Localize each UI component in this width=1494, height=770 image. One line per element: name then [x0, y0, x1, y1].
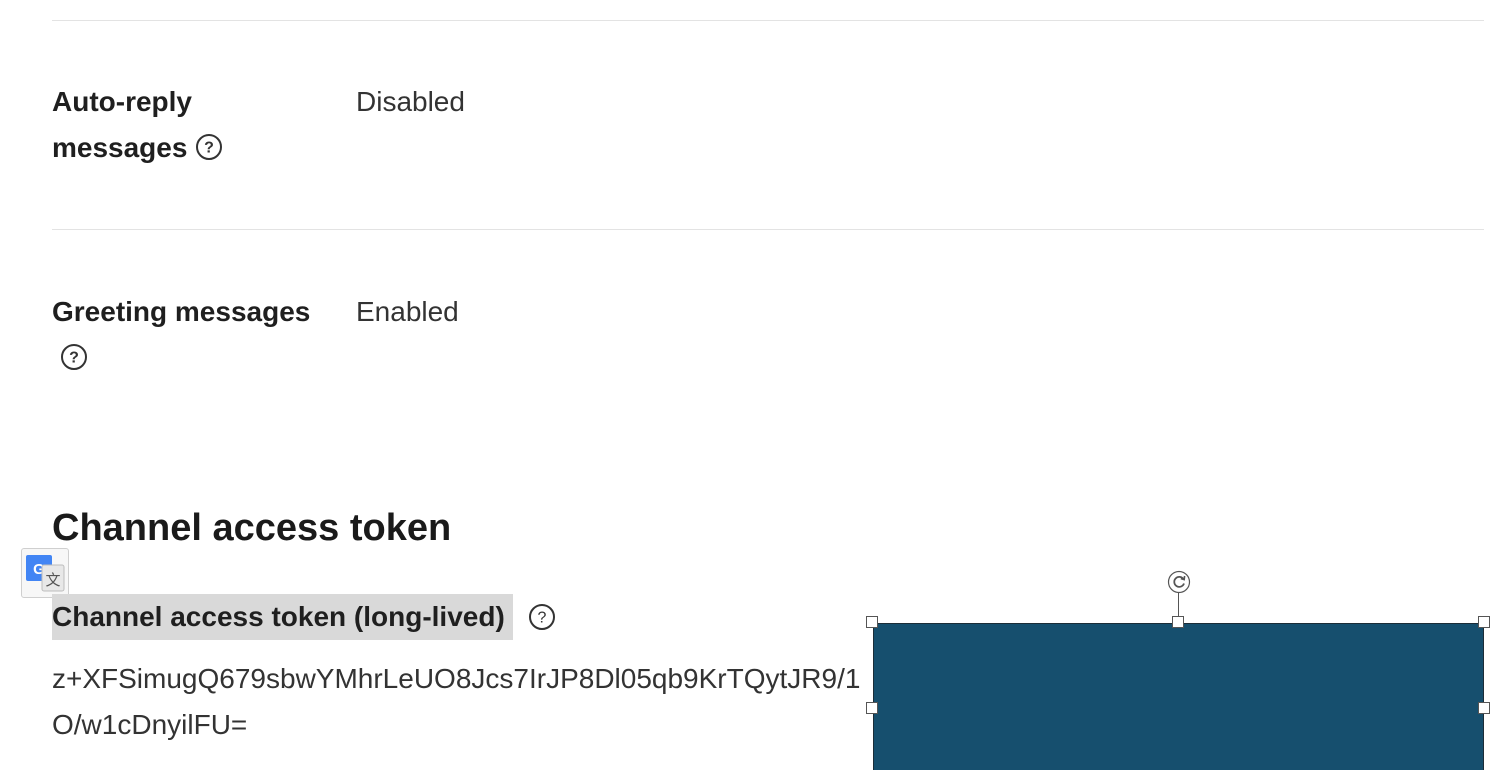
- svg-text:?: ?: [69, 349, 79, 366]
- redaction-rectangle[interactable]: [873, 623, 1484, 770]
- resize-handle-top-center[interactable]: [1172, 616, 1184, 628]
- greeting-label: Greeting messages?: [52, 289, 332, 381]
- svg-text:?: ?: [205, 139, 215, 156]
- long-lived-token-label: Channel access token (long-lived): [52, 594, 513, 640]
- svg-text:文: 文: [45, 571, 60, 589]
- help-circle-icon[interactable]: ?: [528, 603, 556, 631]
- greeting-label-text: Greeting messages: [52, 296, 311, 327]
- row-divider: [52, 229, 1484, 230]
- google-translate-icon[interactable]: G 文: [21, 548, 69, 598]
- rotate-stem: [1178, 593, 1179, 617]
- auto-reply-label-text: Auto-reply messages: [52, 86, 192, 163]
- top-divider: [52, 20, 1484, 21]
- help-circle-icon[interactable]: ?: [195, 133, 223, 161]
- resize-handle-top-right[interactable]: [1478, 616, 1490, 628]
- auto-reply-value: Disabled: [356, 86, 465, 117]
- svg-text:?: ?: [538, 610, 547, 627]
- auto-reply-label: Auto-reply messages?: [52, 79, 332, 171]
- token-value: z+XFSimugQ679sbwYMhrLeUO8Jcs7IrJP8Dl05qb…: [52, 663, 861, 740]
- resize-handle-middle-left[interactable]: [866, 702, 878, 714]
- resize-handle-middle-right[interactable]: [1478, 702, 1490, 714]
- section-title: Channel access token: [52, 507, 452, 549]
- greeting-value: Enabled: [356, 296, 459, 327]
- help-circle-icon[interactable]: ?: [60, 343, 88, 371]
- rotate-handle-icon[interactable]: [1167, 570, 1191, 594]
- resize-handle-top-left[interactable]: [866, 616, 878, 628]
- channel-settings-page: Auto-reply messages? Disabled Greeting m…: [0, 0, 1494, 770]
